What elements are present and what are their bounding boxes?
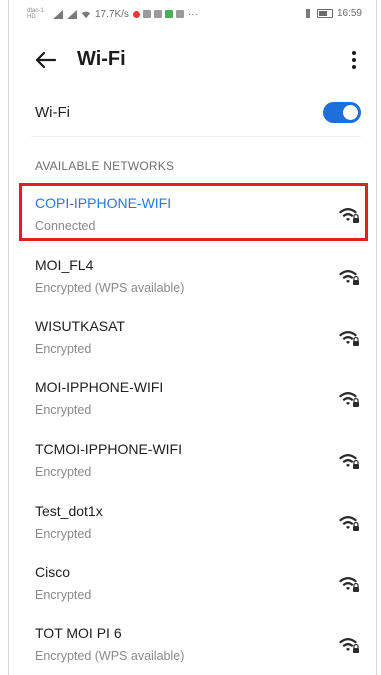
network-status: Encrypted [35,342,92,356]
notification-icon [132,10,140,18]
settings-screen: dtac-1 HD 17.7K/s ··· 16:59 Wi-Fi Wi-Fi … [8,0,377,675]
toggle-knob [343,105,358,120]
back-button[interactable] [31,46,59,74]
network-status: Encrypted [35,465,92,479]
network-item[interactable]: WISUTKASAT Encrypted [9,308,376,366]
notification-icon [142,10,151,18]
network-item[interactable]: TCMOI-IPPHONE-WIFI Encrypted [9,431,376,489]
network-item-connected[interactable]: COPI-IPPHONE-WIFI Connected [9,185,376,243]
wifi-locked-icon [339,638,359,653]
notification-icon [153,10,162,18]
network-name: MOI_FL4 [35,257,94,273]
signal-icon [53,9,63,19]
wifi-toggle-label: Wi-Fi [35,104,70,121]
network-status: Encrypted [35,588,92,602]
network-status: Connected [35,219,96,233]
wifi-toggle-switch[interactable] [323,102,361,123]
notification-icon [175,10,184,18]
wifi-locked-icon [339,516,359,531]
network-status: Encrypted [35,403,92,417]
more-vertical-icon [352,51,356,69]
wifi-locked-icon [339,270,359,285]
wifi-locked-icon [339,392,359,407]
network-name: Cisco [35,564,71,580]
network-name: TCMOI-IPPHONE-WIFI [35,441,182,457]
network-status: Encrypted [35,527,92,541]
status-right: 16:59 [303,8,362,19]
network-item[interactable]: Cisco Encrypted [9,554,376,612]
network-status: Encrypted (WPS available) [35,649,185,663]
battery-icon [316,9,333,18]
wifi-locked-icon [339,577,359,592]
status-left: dtac-1 HD 17.7K/s ··· [27,8,198,20]
clock: 16:59 [336,8,362,19]
signal-icon-2 [67,9,77,19]
network-name: Test_dot1x [35,503,103,519]
network-speed: 17.7K/s [95,8,129,20]
wifi-locked-icon [339,331,359,346]
network-item[interactable]: MOI-IPPHONE-WIFI Encrypted [9,369,376,427]
available-networks-header: AVAILABLE NETWORKS [35,159,175,173]
divider [31,136,361,137]
carrier-label: dtac-1 HD [27,8,44,20]
network-status: Encrypted (WPS available) [35,281,185,295]
arrow-left-icon [35,51,56,69]
more-notifications-indicator: ··· [187,8,198,20]
network-name: TOT MOI PI 6 [35,625,122,641]
notification-icons [132,10,184,18]
network-name: MOI-IPPHONE-WIFI [35,379,164,395]
network-item[interactable]: Test_dot1x Encrypted [9,493,376,551]
wifi-toggle-row[interactable]: Wi-Fi [9,96,376,132]
network-item[interactable]: TOT MOI PI 6 Encrypted (WPS available) [9,615,376,673]
wifi-locked-icon [339,454,359,469]
vibrate-icon [305,9,310,18]
network-name: COPI-IPPHONE-WIFI [35,195,172,211]
overflow-menu-button[interactable] [342,46,366,74]
wifi-locked-icon [339,208,359,223]
app-bar: Wi-Fi [9,40,376,80]
status-bar: dtac-1 HD 17.7K/s ··· 16:59 [9,0,376,28]
notification-icon [164,10,173,18]
wifi-status-icon [81,11,91,18]
network-item[interactable]: MOI_FL4 Encrypted (WPS available) [9,247,376,305]
network-name: WISUTKASAT [35,318,125,334]
page-title: Wi-Fi [77,48,126,70]
